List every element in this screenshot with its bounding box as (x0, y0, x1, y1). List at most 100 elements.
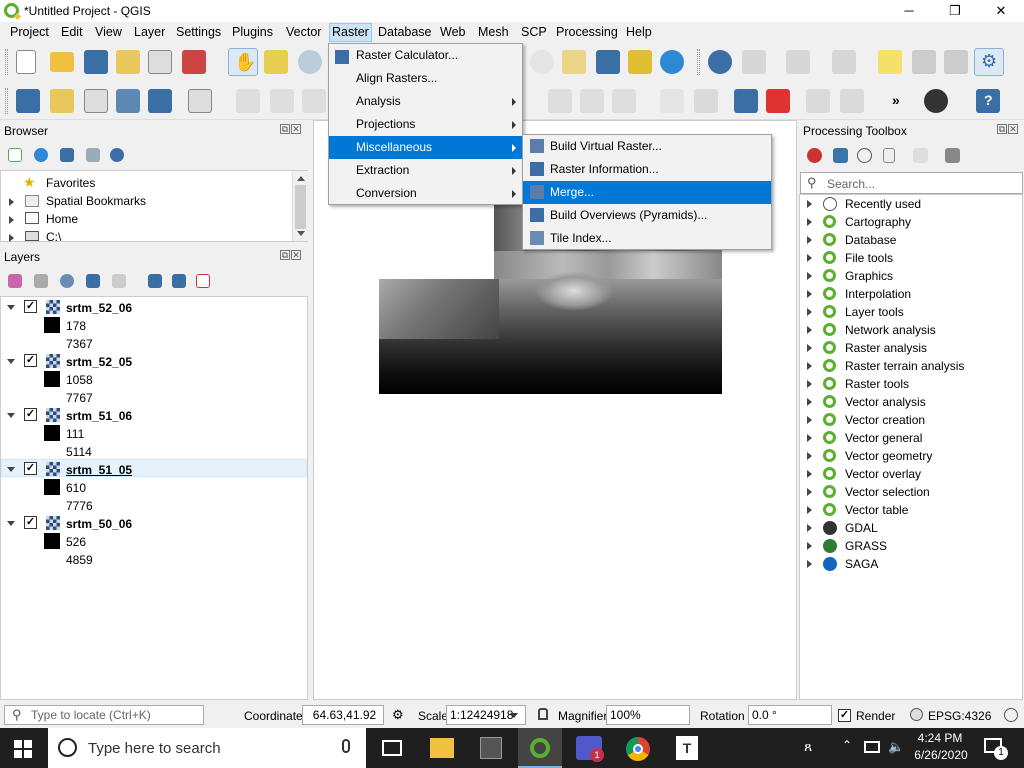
toolbar-overflow-icon[interactable]: » (892, 92, 900, 108)
menu-plugins[interactable]: Plugins (230, 25, 275, 39)
task-view-icon[interactable] (382, 740, 402, 756)
add-raster-layer-icon[interactable] (50, 89, 74, 113)
app-icon[interactable] (480, 737, 502, 759)
layer-name[interactable]: srtm_51_06 (66, 409, 132, 423)
layer-name[interactable]: srtm_50_06 (66, 517, 132, 531)
raster-menu-item[interactable]: Extraction (329, 159, 522, 182)
misc-menu-item[interactable]: Tile Index... (523, 227, 771, 250)
open-project-icon[interactable] (50, 52, 74, 72)
render-checkbox[interactable]: ✓ (838, 709, 851, 722)
paste-icon[interactable] (548, 89, 572, 113)
toolbar-grip[interactable] (697, 49, 700, 75)
menu-raster[interactable]: Raster (329, 23, 372, 42)
filter-expression-icon[interactable] (112, 274, 126, 288)
menu-mesh[interactable]: Mesh (476, 25, 511, 39)
people-icon[interactable]: ጸ (804, 738, 812, 755)
menu-web[interactable]: Web (438, 25, 467, 39)
processing-group[interactable]: Vector table (845, 503, 908, 517)
menu-project[interactable]: Project (8, 25, 51, 39)
plugin-icon[interactable] (924, 89, 948, 113)
processing-group[interactable]: Network analysis (845, 323, 936, 337)
browser-item-home[interactable]: Home (46, 212, 78, 226)
history-icon[interactable] (857, 148, 872, 163)
settings-gear-icon[interactable]: ⚙ (974, 48, 1004, 76)
pin-labels-icon[interactable] (806, 89, 830, 113)
expand-arrow-icon[interactable] (9, 216, 14, 224)
processing-group[interactable]: Raster tools (845, 377, 909, 391)
toolbox-icon[interactable] (944, 50, 968, 74)
taskbar-clock-date[interactable]: 6/26/2020 (908, 748, 974, 762)
file-explorer-icon[interactable] (430, 738, 454, 758)
label-style-icon[interactable] (694, 89, 718, 113)
filter-icon[interactable] (60, 148, 74, 162)
processing-group[interactable]: Raster terrain analysis (845, 359, 964, 373)
qgis-taskbar-button[interactable] (518, 728, 562, 768)
style-layer-icon[interactable] (8, 274, 22, 288)
temporal-controller-icon[interactable] (628, 50, 652, 74)
refresh-icon[interactable] (34, 148, 48, 162)
volume-icon[interactable]: 🔈 (888, 739, 904, 755)
collapse-arrow-icon[interactable] (7, 359, 15, 364)
menu-layer[interactable]: Layer (132, 25, 167, 39)
menu-view[interactable]: View (93, 25, 124, 39)
label-icon[interactable] (660, 89, 684, 113)
expand-arrow-icon[interactable] (807, 380, 812, 388)
redo-icon[interactable] (612, 89, 636, 113)
menu-edit[interactable]: Edit (59, 25, 85, 39)
browser-item-favorites[interactable]: Favorites (46, 176, 95, 190)
browser-dock-buttons[interactable]: ⧉ ✕ (279, 124, 301, 134)
save-edits-icon[interactable] (302, 89, 326, 113)
toolbar-grip[interactable] (5, 49, 8, 75)
edit-features-in-place-icon[interactable] (913, 148, 928, 163)
misc-menu-item[interactable]: Build Virtual Raster... (523, 135, 771, 158)
chrome-icon[interactable] (626, 737, 650, 761)
browser-item-spatial-bookmarks[interactable]: Spatial Bookmarks (46, 194, 146, 208)
coordinate-field[interactable]: 64.63,41.92 (302, 705, 384, 725)
add-wms-layer-icon[interactable] (148, 89, 172, 113)
show-hide-labels-icon[interactable] (840, 89, 864, 113)
expand-arrow-icon[interactable] (807, 326, 812, 334)
help-icon[interactable]: ? (976, 89, 1000, 113)
expand-arrow-icon[interactable] (807, 362, 812, 370)
messages-icon[interactable] (1004, 708, 1018, 722)
layer-visibility-checkbox[interactable]: ✓ (24, 300, 37, 313)
teams-icon[interactable]: 1 (576, 736, 604, 762)
results-viewer-icon[interactable] (883, 148, 895, 163)
microphone-icon[interactable] (342, 739, 350, 753)
layer-visibility-checkbox[interactable]: ✓ (24, 516, 37, 529)
menu-settings[interactable]: Settings (174, 25, 223, 39)
collapse-all-layers-icon[interactable] (172, 274, 186, 288)
processing-group[interactable]: File tools (845, 251, 893, 265)
remove-layer-icon[interactable] (196, 274, 210, 288)
save-project-icon[interactable] (84, 50, 108, 74)
add-delimited-text-icon[interactable] (84, 89, 108, 113)
expand-arrow-icon[interactable] (807, 452, 812, 460)
windows-start-icon[interactable] (14, 740, 32, 758)
processing-group[interactable]: Recently used (845, 197, 921, 211)
label-toolbar-icon[interactable] (734, 89, 758, 113)
raster-menu-item[interactable]: Raster Calculator... (329, 44, 522, 67)
expand-arrow-icon[interactable] (807, 416, 812, 424)
scale-dropdown-icon[interactable] (510, 713, 518, 718)
measure-icon[interactable] (912, 50, 936, 74)
misc-menu-item[interactable]: Build Overviews (Pyramids)... (523, 204, 771, 227)
processing-group[interactable]: Database (845, 233, 896, 247)
add-vector-layer-icon[interactable] (16, 89, 40, 113)
menu-help[interactable]: Help (624, 25, 654, 39)
info-icon[interactable] (110, 148, 124, 162)
processing-group[interactable]: SAGA (845, 557, 878, 571)
layer-name[interactable]: srtm_51_05 (66, 463, 132, 477)
layers-dock-buttons[interactable]: ⧉ ✕ (279, 250, 301, 260)
processing-search-input[interactable]: Search... (827, 177, 875, 191)
menu-processing[interactable]: Processing (554, 25, 620, 39)
processing-group[interactable]: Vector geometry (845, 449, 932, 463)
menu-database[interactable]: Database (376, 25, 434, 39)
label-highlight-icon[interactable] (766, 89, 790, 113)
crs-label[interactable]: EPSG:4326 (928, 709, 991, 723)
misc-menu-item[interactable]: Raster Information... (523, 158, 771, 181)
processing-group[interactable]: Cartography (845, 215, 911, 229)
add-selected-icon[interactable] (8, 148, 22, 162)
collapse-arrow-icon[interactable] (7, 413, 15, 418)
taskbar-clock-time[interactable]: 4:24 PM (916, 731, 964, 745)
expand-arrow-icon[interactable] (807, 542, 812, 550)
